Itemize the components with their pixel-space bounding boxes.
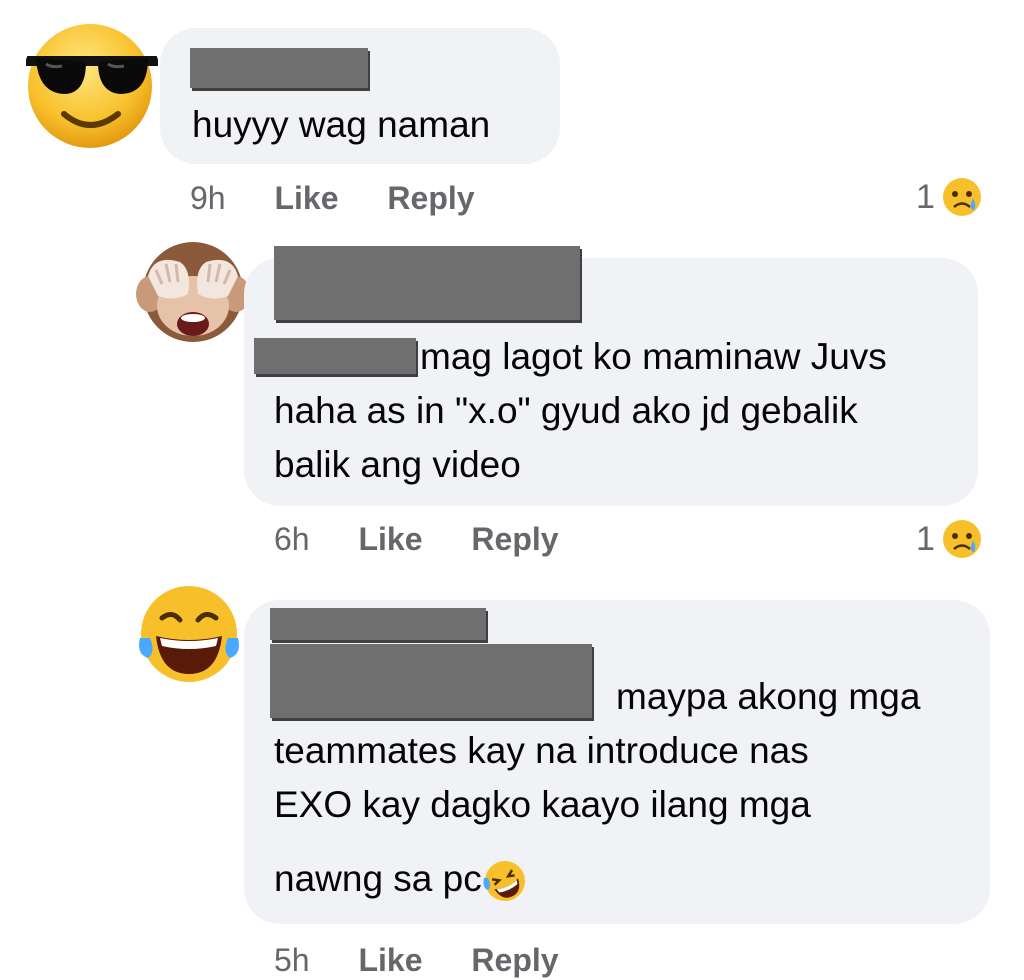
comment-text-line-4: nawng sa pc [274,852,528,906]
redacted-author-name [270,608,486,640]
comment-meta: 5h Like Reply [274,942,559,979]
sunglasses-face-icon[interactable] [22,14,162,150]
see-no-evil-monkey-icon[interactable] [134,236,252,348]
redacted-author-name [190,48,368,88]
reply-button[interactable]: Reply [471,942,558,978]
reaction-count: 1 [916,177,935,216]
reaction-count: 1 [916,519,935,558]
comment-meta: 9h Like Reply [190,180,475,217]
tears-of-joy-icon[interactable] [134,582,244,686]
reply-button[interactable]: Reply [387,180,474,216]
comment-text-line-2: haha as in "x.o" gyud ako jd gebalik [274,390,858,431]
comment-time[interactable]: 9h [190,180,226,216]
redacted-mention [270,644,592,718]
reaction-summary[interactable]: 1 [916,518,983,560]
sad-face-icon [942,520,981,558]
comment-text: huyyy wag naman [192,104,491,145]
comment-text-line-3: balik ang video [274,444,521,485]
comment-meta: 6h Like Reply [274,521,559,558]
comment-time[interactable]: 6h [274,521,310,557]
rolling-laughing-icon [483,861,525,902]
like-button[interactable]: Like [274,180,338,216]
comment-time[interactable]: 5h [274,942,310,978]
comment-text-line-4-text: nawng sa pc [274,858,482,899]
sad-face-icon [942,178,981,216]
redacted-mention [254,338,416,374]
comment-text-line-1: maypa akong mga [616,676,921,717]
comment-text-line-1: mag lagot ko maminaw Juvs [420,336,887,377]
like-button[interactable]: Like [358,942,422,978]
reply-button[interactable]: Reply [471,521,558,557]
comment-text-line-3: EXO kay dagko kaayo ilang mga [274,784,811,825]
reaction-summary[interactable]: 1 [916,176,983,218]
comment-text-line-2: teammates kay na introduce nas [274,730,809,771]
redacted-author-name [274,246,580,320]
like-button[interactable]: Like [358,521,422,557]
